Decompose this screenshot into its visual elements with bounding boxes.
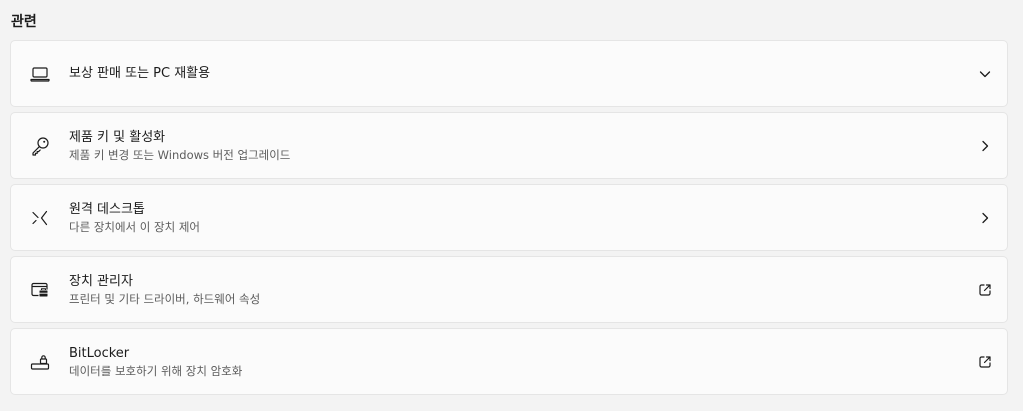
card-product-key-activation[interactable]: 제품 키 및 활성화 제품 키 변경 또는 Windows 버전 업그레이드	[10, 112, 1008, 179]
settings-page: 관련 보상 판매 또는 PC 재활용 제품 키 및 활성화 제품 키 변경 또는…	[0, 0, 1023, 411]
card-device-manager[interactable]: 장치 관리자 프린터 및 기타 드라이버, 하드웨어 속성	[10, 256, 1008, 323]
card-title: 원격 데스크톱	[69, 201, 145, 217]
card-text: 원격 데스크톱 다른 장치에서 이 장치 제어	[69, 185, 200, 250]
card-remote-desktop[interactable]: 원격 데스크톱 다른 장치에서 이 장치 제어	[10, 184, 1008, 251]
section-title: 관련	[11, 14, 37, 30]
card-title: BitLocker	[69, 345, 130, 361]
card-subtitle: 데이터를 보호하기 위해 장치 암호화	[69, 363, 243, 378]
card-title: 장치 관리자	[69, 273, 133, 289]
card-bitlocker[interactable]: BitLocker 데이터를 보호하기 위해 장치 암호화	[10, 328, 1008, 395]
card-text: BitLocker 데이터를 보호하기 위해 장치 암호화	[69, 329, 242, 394]
remote-desktop-icon	[29, 207, 51, 229]
card-subtitle: 프린터 및 기타 드라이버, 하드웨어 속성	[69, 291, 261, 306]
card-subtitle: 다른 장치에서 이 장치 제어	[69, 219, 201, 234]
card-text: 보상 판매 또는 PC 재활용	[69, 41, 210, 106]
open-external-icon[interactable]	[977, 282, 993, 298]
card-trade-in-recycle[interactable]: 보상 판매 또는 PC 재활용	[10, 40, 1008, 107]
card-title: 제품 키 및 활성화	[69, 129, 166, 145]
card-text: 장치 관리자 프린터 및 기타 드라이버, 하드웨어 속성	[69, 257, 260, 322]
card-text: 제품 키 및 활성화 제품 키 변경 또는 Windows 버전 업그레이드	[69, 113, 290, 178]
chevron-right-icon[interactable]	[977, 210, 993, 226]
laptop-icon	[29, 63, 51, 85]
chevron-right-icon[interactable]	[977, 138, 993, 154]
chevron-down-icon[interactable]	[977, 66, 993, 82]
card-subtitle: 제품 키 변경 또는 Windows 버전 업그레이드	[69, 147, 291, 162]
device-manager-icon	[29, 279, 51, 301]
open-external-icon[interactable]	[977, 354, 993, 370]
bitlocker-icon	[29, 351, 51, 373]
key-icon	[29, 135, 51, 157]
card-title: 보상 판매 또는 PC 재활용	[69, 65, 211, 81]
